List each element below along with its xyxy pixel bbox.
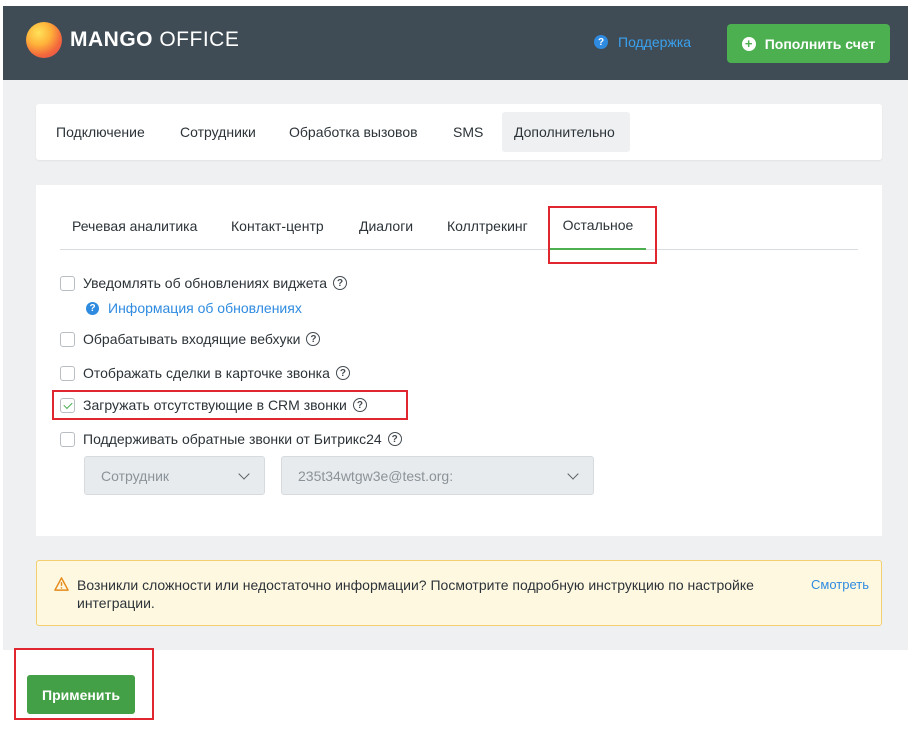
subtab-contact-center[interactable]: Контакт-центр: [231, 201, 324, 250]
employee-select-value: Сотрудник: [101, 467, 170, 484]
view-instructions-link[interactable]: Смотреть: [811, 577, 869, 592]
logo-text: MANGO OFFICE: [70, 28, 240, 51]
info-circle-icon: ?: [86, 301, 99, 315]
tab-connection[interactable]: Подключение: [44, 112, 157, 152]
support-link[interactable]: ? Поддержка: [594, 34, 691, 50]
help-notice: Возникли сложности или недостаточно инфо…: [36, 560, 882, 626]
help-icon[interactable]: ?: [352, 398, 367, 412]
tab-employees[interactable]: Сотрудники: [168, 112, 268, 152]
subtab-calltracking[interactable]: Коллтрекинг: [447, 201, 528, 250]
app-window: MANGO OFFICE ? Поддержка + Пополнить сче…: [3, 6, 908, 650]
chevron-down-icon: [238, 467, 250, 480]
logo: MANGO OFFICE: [26, 22, 239, 58]
main-tabs: Подключение Сотрудники Обработка вызовов…: [36, 104, 882, 160]
notice-text: Возникли сложности или недостаточно инфо…: [77, 577, 754, 611]
option-label: Отображать сделки в карточке звонка: [83, 365, 330, 381]
option-label: Поддерживать обратные звонки от Битрикс2…: [83, 431, 382, 447]
warning-icon: [54, 577, 69, 591]
help-icon[interactable]: ?: [306, 332, 321, 346]
email-select-value: 235t34wtgw3e@test.org:: [298, 467, 454, 484]
apply-button[interactable]: Применить: [27, 675, 135, 714]
settings-panel: Речевая аналитика Контакт-центр Диалоги …: [36, 185, 882, 536]
info-link-label: Информация об обновлениях: [108, 300, 302, 316]
topup-button[interactable]: + Пополнить счет: [727, 24, 890, 63]
update-info-link[interactable]: ? Информация об обновлениях: [86, 300, 302, 316]
logo-icon: [26, 22, 62, 58]
option-label: Обрабатывать входящие вебхуки: [83, 331, 301, 347]
chevron-down-icon: [567, 467, 579, 480]
tab-sms[interactable]: SMS: [441, 112, 495, 152]
plus-circle-icon: +: [741, 36, 756, 51]
option-label: Уведомлять об обновлениях виджета: [83, 275, 328, 291]
top-bar: MANGO OFFICE ? Поддержка + Пополнить сче…: [3, 6, 908, 80]
employee-select[interactable]: Сотрудник: [84, 456, 265, 495]
load-missing-calls-checkbox[interactable]: [60, 397, 75, 413]
show-deals-checkbox[interactable]: [60, 365, 75, 381]
tab-call-processing[interactable]: Обработка вызовов: [277, 112, 430, 152]
help-icon[interactable]: ?: [333, 276, 348, 290]
bitrix-callbacks-checkbox[interactable]: [60, 431, 75, 447]
option-load-missing-calls: Загружать отсутствующие в CRM звонки ?: [60, 397, 367, 413]
subtab-dialogs[interactable]: Диалоги: [359, 201, 413, 250]
webhooks-checkbox[interactable]: [60, 331, 75, 347]
option-widget-updates: Уведомлять об обновлениях виджета ?: [60, 275, 348, 291]
widget-updates-checkbox[interactable]: [60, 275, 75, 291]
option-incoming-webhooks: Обрабатывать входящие вебхуки ?: [60, 331, 321, 347]
sub-tabs: Речевая аналитика Контакт-центр Диалоги …: [60, 201, 858, 250]
tab-additional[interactable]: Дополнительно: [502, 112, 630, 152]
support-label: Поддержка: [618, 34, 692, 50]
help-circle-icon: ?: [594, 35, 608, 49]
option-show-deals: Отображать сделки в карточке звонка ?: [60, 365, 350, 381]
help-icon[interactable]: ?: [387, 432, 402, 446]
option-label: Загружать отсутствующие в CRM звонки: [83, 397, 347, 413]
email-select[interactable]: 235t34wtgw3e@test.org:: [281, 456, 594, 495]
subtab-speech-analytics[interactable]: Речевая аналитика: [72, 201, 197, 250]
option-bitrix-callbacks: Поддерживать обратные звонки от Битрикс2…: [60, 431, 402, 447]
help-icon[interactable]: ?: [335, 366, 350, 380]
subtab-other[interactable]: Остальное: [550, 201, 646, 250]
topup-label: Пополнить счет: [764, 35, 876, 52]
